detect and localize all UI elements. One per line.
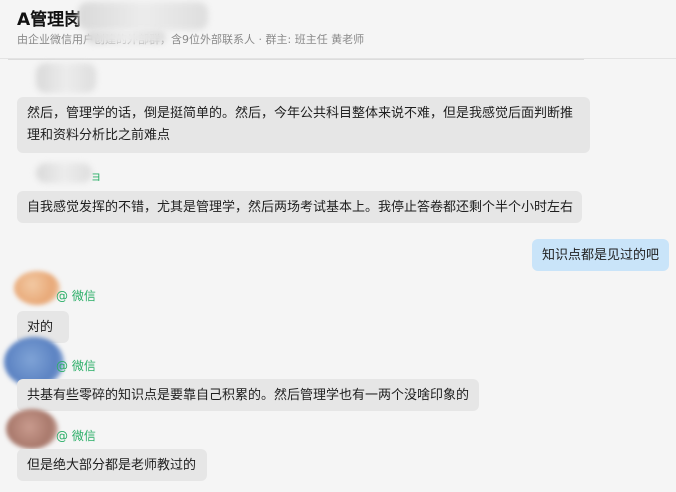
group-title[interactable]: A管理岗	[17, 5, 81, 30]
sender-tag: @ 微信	[56, 289, 96, 303]
message-text: 但是绝大部分都是老师教过的	[27, 458, 197, 473]
redacted-sender	[36, 163, 92, 183]
sender-avatar[interactable]	[6, 409, 58, 449]
redacted-avatar	[36, 63, 96, 93]
sender-tag: @ 微信	[56, 359, 96, 373]
message-bubble[interactable]: 然后，管理学的话，倒是挺简单的。然后，今年公共科目整体来说不难，但是我感觉后面判…	[17, 97, 590, 153]
sender-tag: ョ	[90, 169, 103, 183]
message-bubble[interactable]: 共基有些零碎的知识点是要靠自己积累的。然后管理学也有一两个没啥印象的	[17, 379, 479, 411]
sender-tag: @ 微信	[56, 429, 96, 443]
message-line: 理和资料分析比之前难点	[27, 128, 171, 143]
group-subtitle: 由企业微信用户创建的外部群，含9位外部联系人 · 群主: 班主任 黄老师	[17, 33, 365, 46]
sender-avatar[interactable]	[14, 271, 60, 305]
message-text: 知识点都是见过的吧	[542, 248, 660, 263]
message-text: 共基有些零碎的知识点是要靠自己积累的。然后管理学也有一两个没啥印象的	[27, 388, 470, 403]
message-text: 对的	[27, 320, 54, 335]
redacted-subtitle-area	[86, 30, 166, 44]
message-bubble[interactable]: 自我感觉发挥的不错，尤其是管理学，然后两场考试基本上。我停止答卷都还剩个半个小时…	[17, 191, 582, 223]
message-line: 然后，管理学的话，倒是挺简单的。然后，今年公共科目整体来说不难，但是我感觉后面判…	[27, 106, 574, 121]
redacted-title-area	[78, 2, 208, 30]
divider	[8, 59, 584, 60]
message-text: 自我感觉发挥的不错，尤其是管理学，然后两场考试基本上。我停止答卷都还剩个半个小时…	[27, 200, 574, 215]
message-bubble[interactable]: 但是绝大部分都是老师教过的	[17, 449, 207, 481]
chat-header: A管理岗 由企业微信用户创建的外部群，含9位外部联系人 · 群主: 班主任 黄老…	[0, 0, 676, 59]
my-message-bubble[interactable]: 知识点都是见过的吧	[532, 239, 669, 271]
message-list[interactable]: 然后，管理学的话，倒是挺简单的。然后，今年公共科目整体来说不难，但是我感觉后面判…	[0, 59, 676, 492]
